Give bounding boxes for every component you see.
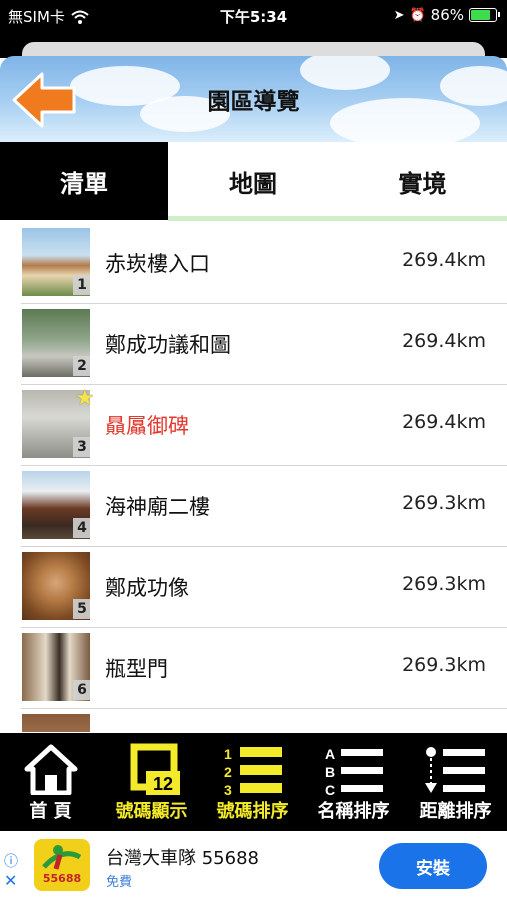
sort-glyph: C [325,782,335,798]
item-name: 海神廟二樓 [105,495,210,519]
close-icon[interactable]: ✕ [4,871,17,890]
tab-map[interactable]: 地圖 [168,142,338,220]
home-icon [24,744,77,795]
tab-underline [168,216,507,221]
thumbnail-image: 4 [22,471,90,539]
page-title: 園區導覽 [207,89,300,115]
app-logo: 55688 [34,839,90,891]
home-label: 首 頁 [29,801,72,822]
thumbnail-image: 2 [22,309,90,377]
item-number-badge: 6 [73,680,90,700]
sort-glyph: 3 [224,782,232,798]
status-right: ➤ ⏰ 86% [393,6,500,24]
show-number-button[interactable]: 12 號碼顯示 [101,733,202,831]
item-distance: 269.3km [402,492,486,514]
home-button[interactable]: 首 頁 [0,733,101,831]
name-sort-icon: A B C [325,746,383,798]
bottom-toolbar: 首 頁 12 號碼顯示 1 2 3 號碼排序 A B C 名稱排序 距離排序 [0,733,507,831]
sort-number-button[interactable]: 1 2 3 號碼排序 [202,733,303,831]
list-item[interactable]: 1 赤崁樓入口 269.4km [21,222,507,304]
battery-percent: 86% [430,6,464,24]
ad-banner[interactable]: ⓘ ✕ 55688 台灣大車隊 55688 免費 安裝 [0,831,507,900]
sort-glyph: 2 [224,764,232,780]
item-number-badge: 1 [73,275,90,295]
number-display-icon: 12 [130,743,180,795]
number-sort-icon: 1 2 3 [224,746,282,798]
item-number-badge: 5 [73,599,90,619]
header: 園區導覽 [0,56,507,142]
item-distance: 269.4km [402,411,486,433]
item-distance: 269.3km [402,573,486,595]
item-name: 鄭成功議和圖 [105,333,231,357]
item-distance: 269.4km [402,330,486,352]
item-name: 赤崁樓入口 [105,252,210,276]
sort-number-label: 號碼排序 [216,801,289,822]
list-item[interactable]: 2 鄭成功議和圖 269.4km [21,303,507,385]
poi-list[interactable]: 1 赤崁樓入口 269.4km 2 鄭成功議和圖 269.4km 3 ★ 贔屭御… [0,222,507,732]
tab-bar: 清單 地圖 實境 [0,142,507,221]
thumbnail-image: 6 [22,633,90,701]
item-number-badge: 2 [73,356,90,376]
install-button[interactable]: 安裝 [379,843,487,889]
logo-text: 55688 [42,872,82,885]
sort-name-label: 名稱排序 [317,801,390,822]
list-item[interactable] [21,708,507,732]
list-item[interactable]: 3 ★ 贔屭御碑 269.4km [21,384,507,466]
sort-glyph: 1 [224,746,232,762]
item-distance: 269.4km [402,249,486,271]
distance-sort-icon [424,747,485,793]
list-item[interactable]: 6 瓶型門 269.3km [21,627,507,709]
item-distance: 269.3km [402,654,486,676]
info-icon[interactable]: ⓘ [4,851,18,871]
thumbnail-image: 5 [22,552,90,620]
sort-glyph: B [325,764,335,780]
status-bar: 無SIM卡 下午5:34 ➤ ⏰ 86% [0,0,507,30]
thumbnail-image [22,714,90,732]
alarm-icon: ⏰ [409,7,426,23]
item-name: 贔屭御碑 [105,414,189,438]
battery-icon [469,8,500,22]
sort-glyph: A [325,746,335,762]
list-item[interactable]: 5 鄭成功像 269.3km [21,546,507,628]
sort-distance-label: 距離排序 [419,801,492,822]
star-icon: ★ [75,386,95,411]
item-number-badge: 4 [73,518,90,538]
item-name: 瓶型門 [105,657,168,681]
item-number-badge: 3 [73,437,90,457]
logo-mark-icon [42,845,82,870]
show-number-label: 號碼顯示 [115,801,188,822]
sort-distance-button[interactable]: 距離排序 [404,733,507,831]
badge-number: 12 [152,774,172,794]
tab-ar[interactable]: 實境 [338,142,507,220]
sheet-strip [0,30,507,60]
item-name: 鄭成功像 [105,576,189,600]
sort-name-button[interactable]: A B C 名稱排序 [303,733,404,831]
ad-price: 免費 [106,875,133,890]
list-item[interactable]: 4 海神廟二樓 269.3km [21,465,507,547]
thumbnail-image: 1 [22,228,90,296]
tab-list[interactable]: 清單 [0,142,168,220]
ad-app-name: 台灣大車隊 55688 [106,848,259,869]
location-icon: ➤ [393,7,405,23]
